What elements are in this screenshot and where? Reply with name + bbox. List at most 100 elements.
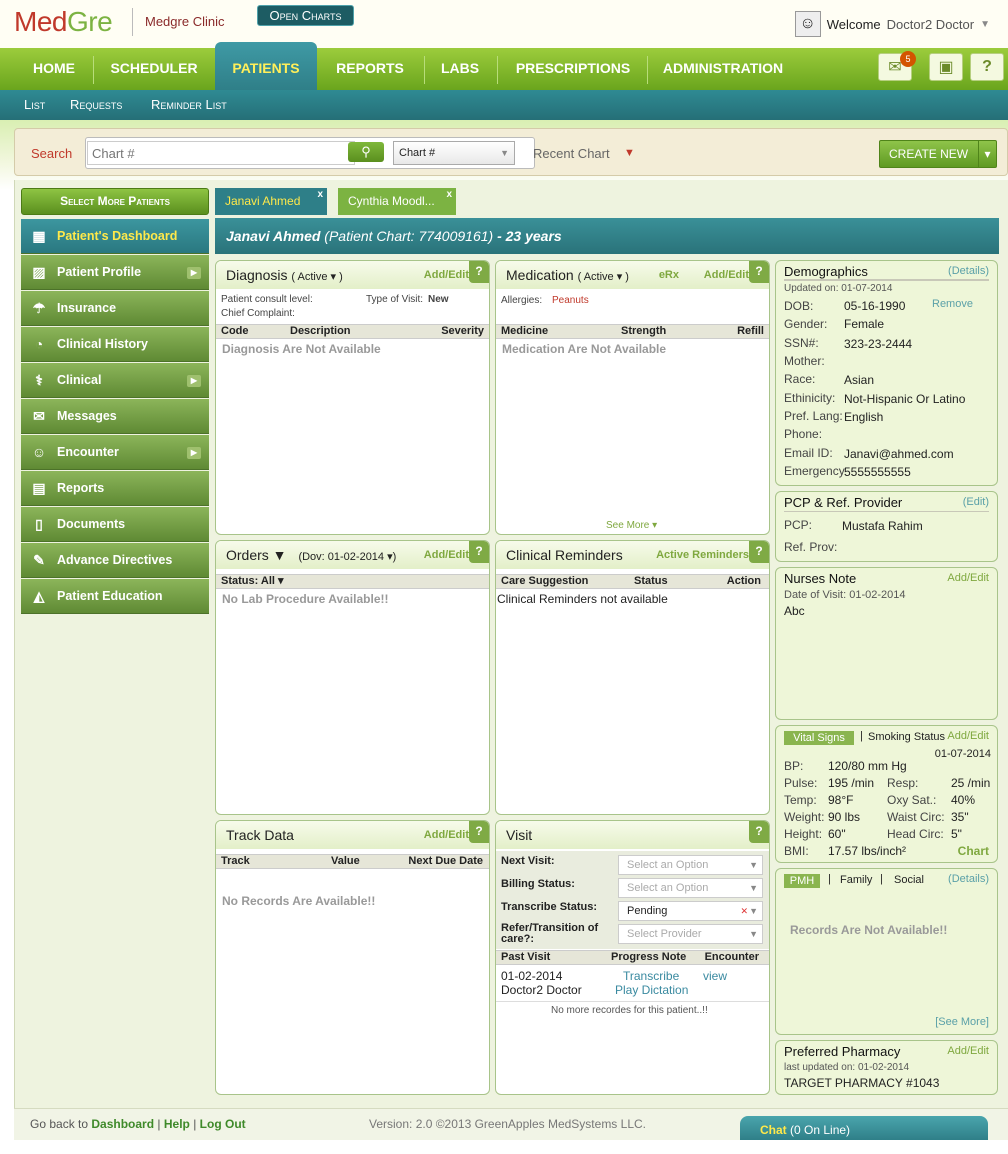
- vitals-chart-link[interactable]: Chart: [958, 844, 989, 858]
- help-icon[interactable]: ?: [749, 261, 769, 283]
- help-icon[interactable]: ?: [749, 821, 769, 843]
- subnav-list[interactable]: List: [24, 90, 45, 120]
- expand-arrow-icon[interactable]: ▶: [187, 375, 201, 387]
- orders-dov-filter[interactable]: (Dov: 01-02-2014 ▾): [298, 551, 396, 563]
- nav-administration[interactable]: ADMINISTRATION: [650, 48, 796, 90]
- sidebar-item-documents[interactable]: ▯ Documents: [21, 507, 209, 542]
- user-name[interactable]: Doctor2 Doctor: [887, 17, 974, 32]
- close-icon[interactable]: x: [446, 181, 452, 208]
- pmh-see-more-link[interactable]: [See More]: [935, 1016, 989, 1028]
- nav-prescriptions[interactable]: PRESCRIPTIONS: [500, 48, 646, 90]
- next-visit-select[interactable]: Select an Option ▼: [618, 855, 763, 875]
- search-type-select[interactable]: Chart # ▼: [393, 141, 515, 165]
- sidebar-item-clinical[interactable]: ⚕ Clinical ▶: [21, 363, 209, 398]
- active-reminders-link[interactable]: Active Reminders: [656, 541, 749, 569]
- chevron-down-icon[interactable]: ▾: [978, 141, 996, 167]
- sidebar-item-patient-profile[interactable]: ▨ Patient Profile ▶: [21, 255, 209, 290]
- chat-bar[interactable]: Chat (0 On Line): [740, 1116, 988, 1140]
- expand-arrow-icon[interactable]: ▶: [187, 267, 201, 279]
- nav-reports[interactable]: REPORTS: [320, 48, 420, 90]
- play-dictation-link[interactable]: Play Dictation: [615, 983, 688, 997]
- nurses-add-edit-link[interactable]: Add/Edit: [947, 572, 989, 584]
- sidebar-item-insurance[interactable]: ☂ Insurance: [21, 291, 209, 326]
- search-button[interactable]: ⚲: [348, 142, 384, 162]
- nav-divider: [424, 56, 425, 84]
- select-more-patients-button[interactable]: Select More Patients: [21, 188, 209, 215]
- billing-status-select[interactable]: Select an Option ▼: [618, 878, 763, 898]
- tab-smoking-status[interactable]: Smoking Status: [868, 731, 945, 743]
- nav-divider: [93, 56, 94, 84]
- patient-tab-janavi[interactable]: Janavi Ahmed x: [215, 188, 327, 215]
- tab-family[interactable]: Family: [840, 874, 872, 886]
- race-value: Asian: [844, 373, 875, 387]
- demographics-details-link[interactable]: (Details): [948, 265, 989, 277]
- recent-chart-label[interactable]: Recent Chart: [533, 146, 610, 161]
- help-icon[interactable]: ?: [469, 821, 489, 843]
- subnav-reminder-list[interactable]: Reminder List: [151, 90, 227, 120]
- calendar-icon[interactable]: ▣: [929, 53, 963, 81]
- pcp-title: PCP & Ref. Provider: [784, 495, 903, 510]
- vitals-add-edit-link[interactable]: Add/Edit: [947, 730, 989, 742]
- emergency-label: Emergency: [784, 464, 845, 478]
- expand-arrow-icon[interactable]: ▶: [187, 447, 201, 459]
- sidebar-item-patient-education[interactable]: ◭ Patient Education: [21, 579, 209, 614]
- sidebar-item-reports[interactable]: ▤ Reports: [21, 471, 209, 506]
- orders-status-filter[interactable]: Status: All ▾: [216, 574, 489, 589]
- avatar[interactable]: ☺: [794, 11, 821, 37]
- pharmacy-add-edit-link[interactable]: Add/Edit: [947, 1045, 989, 1057]
- close-icon[interactable]: x: [317, 181, 323, 208]
- help-icon[interactable]: ?: [749, 541, 769, 563]
- erx-link[interactable]: eRx: [659, 261, 679, 289]
- diagnosis-filter[interactable]: ( Active ▾ ): [291, 271, 342, 283]
- reminders-table-header: Care Suggestion Status Action: [496, 574, 769, 589]
- subnav-open-charts[interactable]: Open Charts: [257, 5, 354, 26]
- encounter-view-link[interactable]: view: [703, 969, 727, 983]
- sidebar-item-dashboard[interactable]: ▦ Patient's Dashboard: [21, 219, 209, 254]
- help-icon[interactable]: ?: [469, 541, 489, 563]
- dashboard-link[interactable]: Dashboard: [91, 1117, 154, 1131]
- track-data-panel: Track Data Add/Edit ? Track Value Next D…: [215, 820, 490, 1095]
- orders-add-edit-link[interactable]: Add/Edit: [424, 541, 469, 569]
- document-icon: ▯: [35, 516, 43, 532]
- tab-social[interactable]: Social: [894, 874, 924, 886]
- refer-provider-select[interactable]: Select Provider ▼: [618, 924, 763, 944]
- tab-pmh[interactable]: PMH: [784, 874, 820, 888]
- medication-filter[interactable]: ( Active ▾ ): [578, 271, 629, 283]
- clear-icon[interactable]: ✕: [740, 902, 748, 920]
- allergies-label: Allergies:: [501, 295, 543, 306]
- nav-patients[interactable]: PATIENTS: [215, 42, 317, 90]
- pmh-tab-separator: |: [880, 873, 883, 885]
- transcribe-link[interactable]: Transcribe: [623, 969, 679, 983]
- logout-link[interactable]: Log Out: [200, 1117, 246, 1131]
- sidebar-item-messages[interactable]: ✉ Messages: [21, 399, 209, 434]
- transcribe-status-select[interactable]: Pending ✕ ▼: [618, 901, 763, 921]
- subnav-requests[interactable]: Requests: [70, 90, 122, 120]
- nav-scheduler[interactable]: SCHEDULER: [96, 48, 212, 90]
- clinical-reminders-panel: Clinical Reminders Active Reminders ? Ca…: [495, 540, 770, 815]
- app-logo[interactable]: MedGre: [14, 6, 113, 38]
- sidebar-item-clinical-history[interactable]: ◔ Clinical History: [21, 327, 209, 362]
- search-input[interactable]: [87, 141, 355, 165]
- medication-see-more-link[interactable]: See More ▾: [606, 520, 657, 531]
- pmh-details-link[interactable]: (Details): [948, 873, 989, 885]
- sidebar-item-encounter[interactable]: ☺ Encounter ▶: [21, 435, 209, 470]
- track-add-edit-link[interactable]: Add/Edit: [424, 821, 469, 849]
- sidebar-item-advance-directives[interactable]: ✎ Advance Directives: [21, 543, 209, 578]
- create-new-button[interactable]: CREATE NEW ▾: [879, 140, 997, 168]
- past-visit-date: 01-02-2014: [501, 969, 563, 983]
- pcp-edit-link[interactable]: (Edit): [963, 496, 989, 508]
- nav-labs[interactable]: LABS: [426, 48, 494, 90]
- medication-add-edit-link[interactable]: Add/Edit: [704, 261, 749, 289]
- visit-type-value: New: [428, 294, 449, 305]
- help-icon[interactable]: ?: [970, 53, 1004, 81]
- remove-link[interactable]: Remove: [932, 298, 973, 310]
- help-link[interactable]: Help: [164, 1117, 190, 1131]
- help-icon[interactable]: ?: [469, 261, 489, 283]
- chevron-down-icon[interactable]: ▼: [980, 19, 990, 30]
- patient-tab-cynthia[interactable]: Cynthia Moodl... x: [338, 188, 456, 215]
- recent-chart-dropdown-icon[interactable]: ▼: [624, 147, 635, 159]
- ethnicity-value: Not-Hispanic Or Latino: [844, 392, 966, 406]
- nav-home[interactable]: HOME: [18, 48, 90, 90]
- tab-vital-signs[interactable]: Vital Signs: [784, 731, 854, 745]
- diagnosis-add-edit-link[interactable]: Add/Edit: [424, 261, 469, 289]
